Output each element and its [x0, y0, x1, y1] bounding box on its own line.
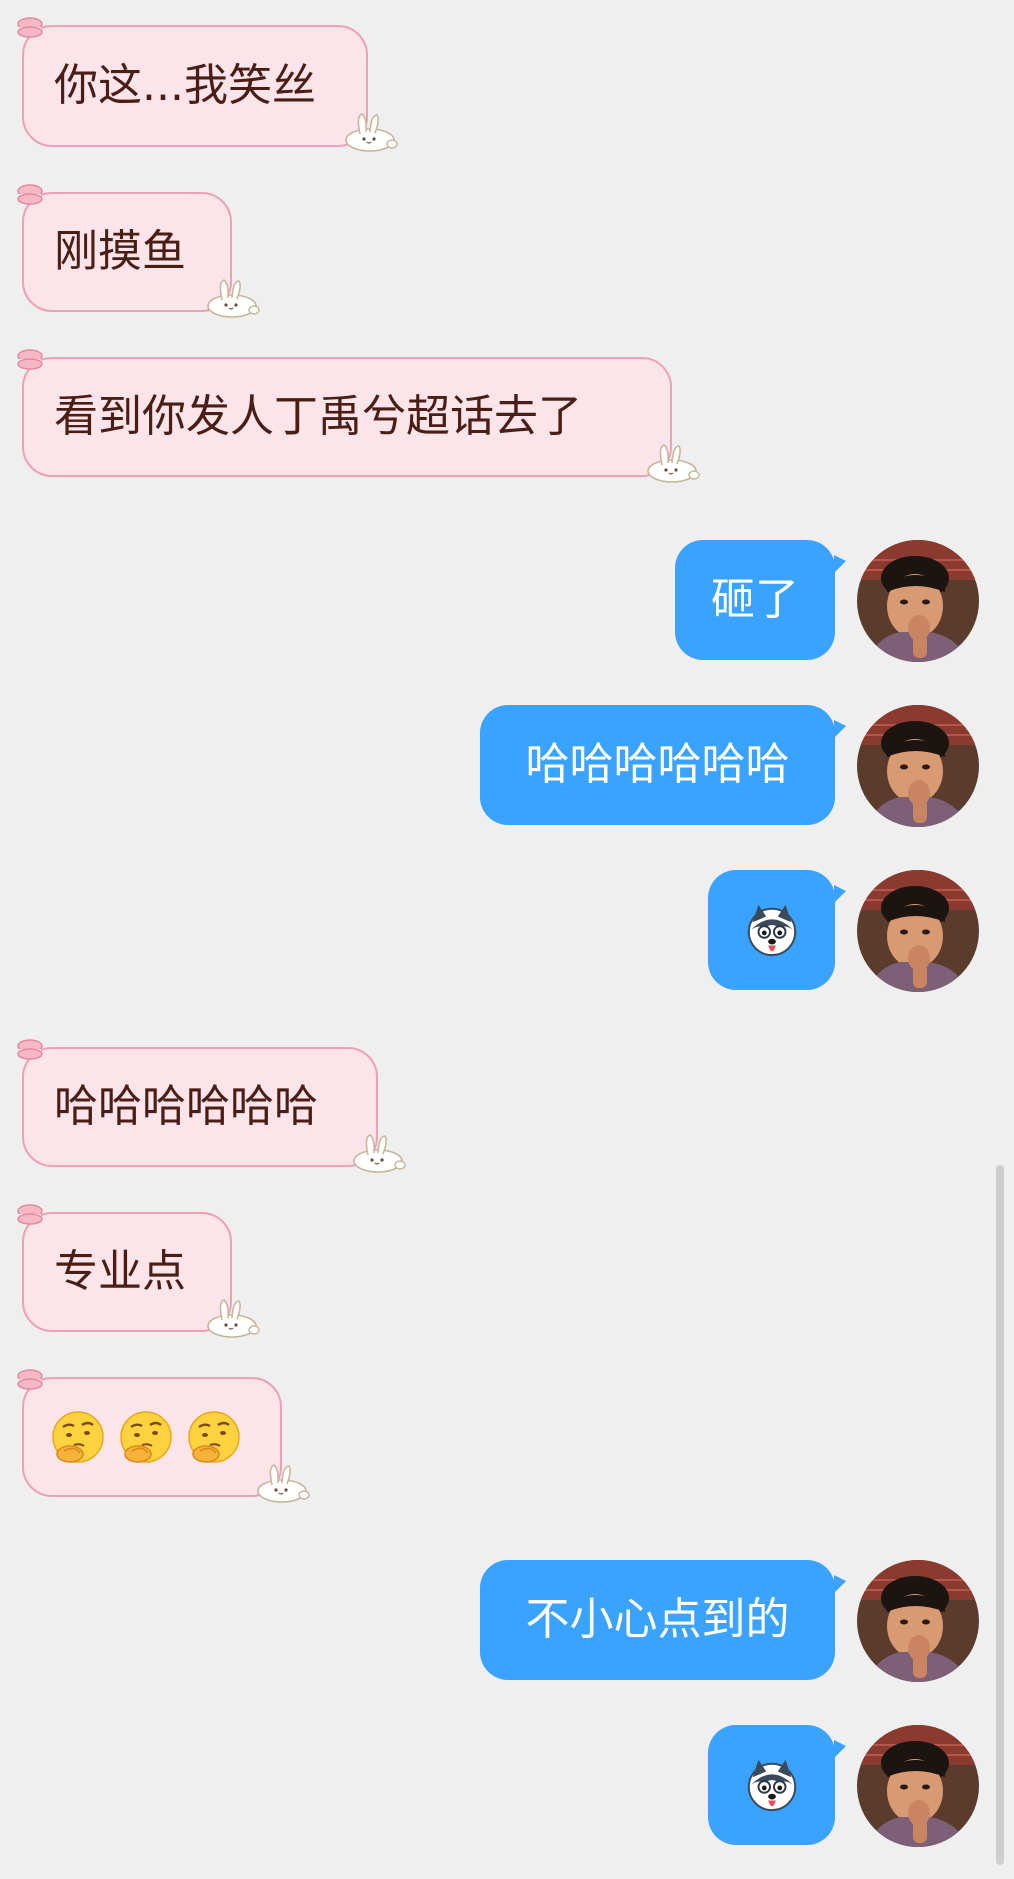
user-avatar[interactable]	[857, 870, 979, 992]
thinking-face-emoji	[50, 1409, 106, 1465]
bubble-tail	[834, 555, 846, 573]
message-bubble[interactable]: 你这...我笑丝	[22, 25, 368, 147]
message-text: 专业点	[54, 1246, 186, 1297]
message-bubble[interactable]	[22, 1377, 282, 1497]
message-outgoing: 哈哈哈哈哈哈	[0, 700, 1014, 830]
macaron-icon	[15, 183, 45, 205]
bubble-tail	[834, 720, 846, 738]
message-text: 哈哈哈哈哈哈	[54, 1081, 318, 1132]
message-text: 你这...我笑丝	[54, 60, 316, 111]
thinking-face-emoji	[186, 1409, 242, 1465]
thinking-face-emoji	[118, 1409, 174, 1465]
bubble-tail	[834, 1575, 846, 1593]
message-outgoing: 砸了	[0, 535, 1014, 665]
user-avatar[interactable]	[857, 540, 979, 662]
message-text: 看到你发人丁禹兮超话去了	[54, 391, 582, 442]
message-bubble[interactable]: 哈哈哈哈哈哈	[22, 1047, 378, 1167]
message-bubble[interactable]: 砸了	[675, 540, 835, 660]
message-bubble[interactable]	[708, 1725, 835, 1845]
bunny-icon	[252, 1461, 312, 1505]
message-incoming: 看到你发人丁禹兮超话去了	[0, 315, 1014, 490]
message-text: 砸了	[711, 574, 799, 625]
message-bubble[interactable]: 不小心点到的	[480, 1560, 835, 1680]
message-incoming	[0, 1355, 1014, 1520]
message-text: 刚摸鱼	[54, 226, 186, 277]
macaron-icon	[15, 348, 45, 370]
message-bubble[interactable]: 看到你发人丁禹兮超话去了	[22, 357, 672, 477]
user-avatar[interactable]	[857, 1725, 979, 1847]
message-text: 不小心点到的	[525, 1594, 790, 1645]
user-avatar[interactable]	[857, 1560, 979, 1682]
user-avatar[interactable]	[857, 705, 979, 827]
macaron-icon	[15, 1368, 45, 1390]
message-outgoing	[0, 865, 1014, 995]
bunny-icon	[340, 110, 400, 154]
scrollbar[interactable]	[996, 1165, 1004, 1865]
message-outgoing: 不小心点到的	[0, 1555, 1014, 1685]
message-bubble[interactable]: 哈哈哈哈哈哈	[480, 705, 835, 825]
macaron-icon	[15, 1203, 45, 1225]
macaron-icon	[15, 16, 45, 38]
husky-tongue-emoji	[743, 1756, 801, 1814]
message-bubble[interactable]: 专业点	[22, 1212, 232, 1332]
bunny-icon	[348, 1131, 408, 1175]
bubble-tail	[834, 885, 846, 903]
bunny-icon	[202, 1296, 262, 1340]
bunny-icon	[642, 441, 702, 485]
message-outgoing	[0, 1720, 1014, 1850]
message-incoming: 你这...我笑丝	[0, 0, 1014, 150]
message-bubble[interactable]: 刚摸鱼	[22, 192, 232, 312]
husky-tongue-emoji	[743, 901, 801, 959]
bubble-tail	[834, 1740, 846, 1758]
message-incoming: 哈哈哈哈哈哈	[0, 1025, 1014, 1190]
message-incoming: 刚摸鱼	[0, 150, 1014, 315]
bunny-icon	[202, 276, 262, 320]
message-text: 哈哈哈哈哈哈	[525, 739, 790, 790]
message-bubble[interactable]	[708, 870, 835, 990]
macaron-icon	[15, 1038, 45, 1060]
message-incoming: 专业点	[0, 1190, 1014, 1355]
